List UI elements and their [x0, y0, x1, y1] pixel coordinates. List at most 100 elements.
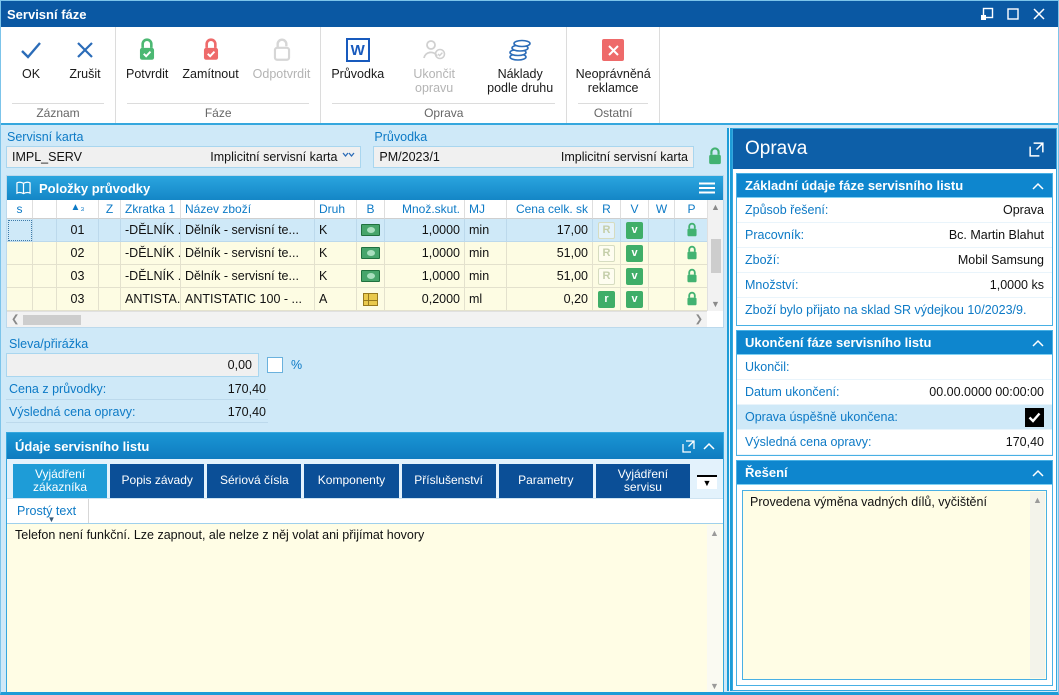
col-nazev[interactable]: Název zboží: [181, 200, 315, 219]
pruvodka-button[interactable]: W Průvodka: [324, 32, 391, 83]
check-icon: [19, 36, 43, 64]
ok-button[interactable]: OK: [4, 32, 58, 83]
items-table-header: Položky průvodky: [7, 176, 723, 200]
coins-icon: [507, 36, 533, 64]
table-row[interactable]: 02 -DĚLNÍK ... Dělník - servisní te... K…: [7, 242, 707, 265]
banknote-icon: [361, 224, 380, 236]
service-sheet-title: Údaje servisního listu: [15, 439, 674, 454]
scroll-thumb[interactable]: [23, 315, 81, 325]
scroll-up-icon[interactable]: ▲: [710, 528, 719, 538]
col-z[interactable]: Z: [99, 200, 121, 219]
left-column: Servisní karta IMPL_SERV Implicitní serv…: [6, 130, 724, 688]
table-row[interactable]: 01 -DĚLNÍK ... Dělník - servisní te... K…: [7, 219, 707, 242]
solution-textarea[interactable]: Provedena výměna vadných dílů, vyčištění…: [742, 490, 1047, 680]
tab-prislusenstvi[interactable]: Příslušenství: [402, 464, 496, 498]
book-icon: [15, 181, 32, 195]
tab-popis-zavady[interactable]: Popis závady: [110, 464, 204, 498]
collapse-icon[interactable]: [703, 442, 715, 450]
reject-button[interactable]: Zamítnout: [175, 32, 245, 83]
maximize-icon[interactable]: [1000, 4, 1026, 24]
tab-komponenty[interactable]: Komponenty: [304, 464, 398, 498]
lock-check-red-icon: [199, 36, 223, 64]
collapse-icon[interactable]: [1032, 182, 1044, 190]
table-column-headers: s ▲₃ Z Zkratka 1 Název zboží Druh B Množ…: [7, 200, 707, 219]
unconfirm-button: Odpotvrdit: [246, 32, 318, 83]
collapse-icon[interactable]: [1032, 339, 1044, 347]
carton-icon: [363, 293, 378, 306]
toolbar-group-ostatni: Neoprávněná reklamce Ostatní: [567, 27, 660, 123]
v-badge: v: [626, 222, 643, 239]
v-badge: v: [626, 268, 643, 285]
repair-panel: Oprava Základní údaje fáze servisního li…: [732, 128, 1057, 691]
tab-seriova-cisla[interactable]: Sériová čísla: [207, 464, 301, 498]
final-price-row: Výsledná cena opravy: 170,40: [6, 402, 268, 423]
scroll-down-icon[interactable]: ▼: [711, 299, 720, 309]
dock-icon[interactable]: [974, 4, 1000, 24]
col-mnoz[interactable]: Množ.skut.: [385, 200, 465, 219]
col-b[interactable]: B: [357, 200, 385, 219]
col-sort[interactable]: ▲₃: [57, 200, 99, 219]
toolbar: OK Zrušit Záznam Potvrdit: [1, 27, 1058, 125]
col-s[interactable]: s: [7, 200, 33, 219]
table-row[interactable]: 03 -DĚLNÍK ... Dělník - servisní te... K…: [7, 265, 707, 288]
r-badge: R: [598, 245, 615, 262]
scroll-left-icon[interactable]: ❮: [11, 314, 19, 325]
menu-icon[interactable]: [699, 182, 715, 194]
customer-statement-textarea[interactable]: Telefon není funkční. Lze zapnout, ale n…: [7, 523, 723, 695]
scroll-right-icon[interactable]: ❯: [695, 314, 703, 325]
section-header: Řešení: [737, 461, 1052, 485]
col-v[interactable]: V: [621, 200, 649, 219]
textarea-scrollbar[interactable]: ▲: [1030, 492, 1045, 678]
scroll-thumb[interactable]: [711, 239, 721, 273]
col-w[interactable]: W: [649, 200, 675, 219]
locked-record-icon: [706, 130, 724, 168]
scroll-up-icon[interactable]: ▲: [1033, 495, 1042, 505]
tab-vyjadreni-zakaznika[interactable]: Vyjádření zákazníka: [13, 464, 107, 498]
col-p[interactable]: P: [675, 200, 709, 219]
col-druh[interactable]: Druh: [315, 200, 357, 219]
collapse-icon[interactable]: [1032, 469, 1044, 477]
tab-vyjadreni-servisu[interactable]: Vyjádření servisu: [596, 464, 690, 498]
section-header: Základní údaje fáze servisního listu: [737, 174, 1052, 198]
basic-phase-data-section: Základní údaje fáze servisního listu Způ…: [736, 173, 1053, 326]
col-r[interactable]: R: [593, 200, 621, 219]
titlebar: Servisní fáze: [1, 1, 1058, 27]
service-card-input[interactable]: IMPL_SERV Implicitní servisní karta: [6, 146, 361, 168]
scroll-up-icon[interactable]: ▲: [711, 202, 720, 212]
more-tabs-icon[interactable]: ▼: [697, 475, 717, 489]
horizontal-scrollbar[interactable]: ❮ ❯: [7, 311, 707, 327]
vertical-scrollbar[interactable]: ▲ ▼: [707, 200, 723, 311]
service-card-desc: Implicitní servisní karta: [210, 150, 337, 164]
price-from-pruvodka-row: Cena z průvodky: 170,40: [6, 379, 268, 400]
repair-panel-header: Oprava: [733, 129, 1056, 169]
col-blank[interactable]: [33, 200, 57, 219]
percent-checkbox[interactable]: [267, 357, 283, 373]
v-badge: v: [626, 245, 643, 262]
discount-row: 0,00 %: [6, 353, 724, 377]
col-cena[interactable]: Cena celk. sk: [507, 200, 593, 219]
col-zkratka[interactable]: Zkratka 1: [121, 200, 181, 219]
success-checkbox[interactable]: [1025, 408, 1044, 427]
dropdown-icon[interactable]: [342, 151, 355, 163]
col-mj[interactable]: MJ: [465, 200, 507, 219]
table-row[interactable]: 03 ANTISTA... ANTISTATIC 100 - ... A 0,2…: [7, 288, 707, 311]
discount-input[interactable]: 0,00: [6, 353, 259, 377]
textarea-scrollbar[interactable]: ▲ ▼: [707, 525, 722, 694]
confirm-button[interactable]: Potvrdit: [119, 32, 175, 83]
r-badge: R: [598, 268, 615, 285]
items-table: Položky průvodky s ▲₃ Z Zkratka 1 Název …: [6, 175, 724, 328]
costs-by-type-button[interactable]: Náklady podle druhu: [477, 32, 563, 97]
unjustified-claim-button[interactable]: Neoprávněná reklamce: [570, 32, 656, 97]
popout-icon[interactable]: [682, 440, 695, 453]
tab-parametry[interactable]: Parametry: [499, 464, 593, 498]
popout-icon[interactable]: [1029, 142, 1044, 157]
quantity-row: Množství: 1,0000 ks: [737, 273, 1052, 298]
subtab-plain-text[interactable]: Prostý text ▼: [7, 499, 89, 523]
x-icon: [75, 36, 95, 64]
scroll-down-icon[interactable]: ▼: [710, 681, 719, 691]
cancel-button[interactable]: Zrušit: [58, 32, 112, 83]
pruvodka-input[interactable]: PM/2023/1 Implicitní servisní karta: [373, 146, 694, 168]
lock-icon: [685, 291, 699, 307]
finish-repair-button: Ukončit opravu: [391, 32, 477, 97]
close-icon[interactable]: [1026, 4, 1052, 24]
